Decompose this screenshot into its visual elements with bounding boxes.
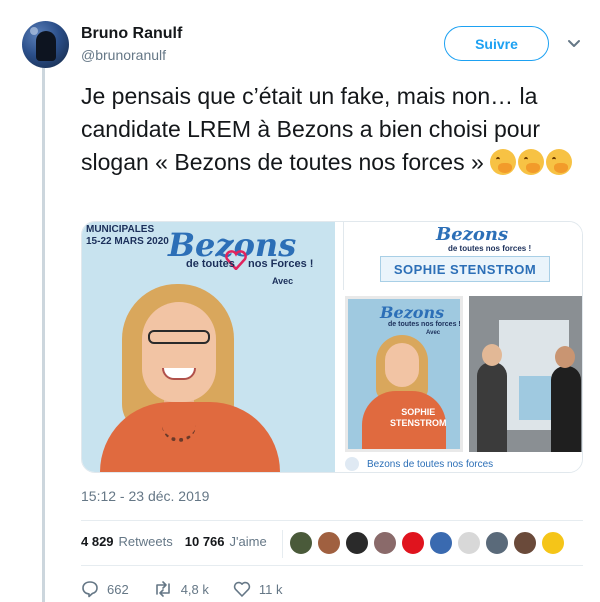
hand-over-mouth-emoji-icon bbox=[518, 149, 545, 175]
liker-avatar[interactable] bbox=[485, 531, 509, 555]
liker-avatar[interactable] bbox=[401, 531, 425, 555]
poster-name-line-2: STENSTROM bbox=[390, 418, 447, 428]
user-handle[interactable]: @brunoranulf bbox=[81, 47, 166, 63]
like-count: 11 k bbox=[258, 581, 283, 597]
chevron-down-icon[interactable] bbox=[567, 36, 581, 50]
user-name[interactable]: Bruno Ranulf bbox=[81, 25, 182, 43]
campaign-line-2: 15-22 MARS 2020 bbox=[86, 236, 169, 247]
hand-over-mouth-emoji-icon bbox=[546, 149, 573, 175]
thread-line bbox=[42, 60, 45, 602]
banner-logo: Bezons bbox=[436, 224, 509, 245]
heart-outline-icon bbox=[233, 581, 251, 597]
person-left-head bbox=[482, 344, 502, 366]
likes-count: 10 766 bbox=[184, 534, 225, 549]
divider bbox=[81, 520, 583, 521]
candidate-face bbox=[142, 302, 216, 402]
avatar-figure bbox=[36, 31, 56, 61]
reply-icon bbox=[82, 581, 98, 598]
divider bbox=[81, 565, 583, 566]
poster-logo: Bezons bbox=[380, 303, 445, 322]
slogan-right: nos Forces ! bbox=[248, 258, 314, 270]
person-left bbox=[477, 362, 507, 452]
retweet-icon bbox=[155, 581, 170, 597]
poster-photo: Bezons de toutes nos forces ! Avec SOPHI… bbox=[345, 296, 463, 452]
media-photo-posters[interactable]: Bezons de toutes nos forces ! Avec SOPHI… bbox=[343, 294, 582, 472]
campaign-dates: MUNICIPALES 15-22 MARS 2020 bbox=[86, 224, 169, 248]
poster-name-line-1: SOPHIE bbox=[401, 407, 436, 417]
reply-count: 662 bbox=[107, 581, 129, 597]
media-banner[interactable]: Bezons de toutes nos forces ! SOPHIE STE… bbox=[343, 222, 582, 290]
street-photo bbox=[469, 296, 582, 452]
billboard-poster bbox=[519, 376, 551, 420]
likes-label: J'aime bbox=[229, 534, 267, 549]
retweets-label: Retweets bbox=[118, 534, 173, 549]
liker-avatars bbox=[289, 531, 569, 555]
retweet-count: 4,8 k bbox=[180, 581, 209, 597]
media-caption: Bezons de toutes nos forces bbox=[345, 454, 582, 472]
caption-avatar-icon bbox=[345, 457, 359, 471]
banner-candidate-name: SOPHIE STENSTROM bbox=[380, 256, 550, 282]
liker-avatar-banana-icon[interactable] bbox=[541, 531, 565, 555]
retweets-stat[interactable]: 4 829 Retweets bbox=[81, 534, 173, 549]
follow-button[interactable]: Suivre bbox=[444, 26, 549, 61]
candidate-glasses bbox=[148, 330, 210, 344]
tweet-text: Je pensais que c’était un fake, mais non… bbox=[81, 80, 593, 179]
poster-slogan: de toutes nos forces ! bbox=[388, 321, 461, 328]
tweet-body: Je pensais que c’était un fake, mais non… bbox=[81, 83, 547, 175]
tweet-timestamp[interactable]: 15:12 - 23 déc. 2019 bbox=[81, 488, 209, 504]
caption-text: Bezons de toutes nos forces bbox=[367, 458, 494, 470]
tweet-actions: 662 4,8 k 11 k bbox=[81, 580, 307, 598]
liker-avatar[interactable] bbox=[373, 531, 397, 555]
hand-over-mouth-emoji-icon bbox=[490, 149, 517, 175]
liker-avatar[interactable] bbox=[429, 531, 453, 555]
campaign-line-1: MUNICIPALES bbox=[86, 224, 155, 235]
banner-slogan: de toutes nos forces ! bbox=[448, 244, 532, 253]
liker-avatar[interactable] bbox=[345, 531, 369, 555]
poster-avec: Avec bbox=[426, 330, 441, 336]
like-button[interactable]: 11 k bbox=[233, 580, 283, 598]
media-grid[interactable]: MUNICIPALES 15-22 MARS 2020 Bezons de to… bbox=[81, 221, 583, 473]
reply-button[interactable]: 662 bbox=[81, 580, 129, 598]
avec-label: Avec bbox=[272, 276, 294, 286]
retweets-count: 4 829 bbox=[81, 534, 114, 549]
slogan-left: de toutes bbox=[186, 258, 235, 270]
liker-avatar[interactable] bbox=[289, 531, 313, 555]
media-photo-candidate[interactable]: MUNICIPALES 15-22 MARS 2020 Bezons de to… bbox=[82, 222, 335, 472]
poster-candidate-name: SOPHIE STENSTROM bbox=[390, 407, 447, 429]
tweet-stats: 4 829 Retweets 10 766 J'aime bbox=[81, 534, 279, 549]
person-right-head bbox=[555, 346, 575, 368]
liker-avatar[interactable] bbox=[457, 531, 481, 555]
stats-separator bbox=[282, 530, 283, 558]
person-right bbox=[551, 366, 581, 452]
liker-avatar[interactable] bbox=[513, 531, 537, 555]
avatar[interactable] bbox=[22, 21, 69, 68]
liker-avatar[interactable] bbox=[317, 531, 341, 555]
poster-face bbox=[385, 343, 419, 387]
avatar-highlight bbox=[30, 27, 38, 35]
retweet-button[interactable]: 4,8 k bbox=[153, 580, 209, 598]
likes-stat[interactable]: 10 766 J'aime bbox=[185, 534, 267, 549]
